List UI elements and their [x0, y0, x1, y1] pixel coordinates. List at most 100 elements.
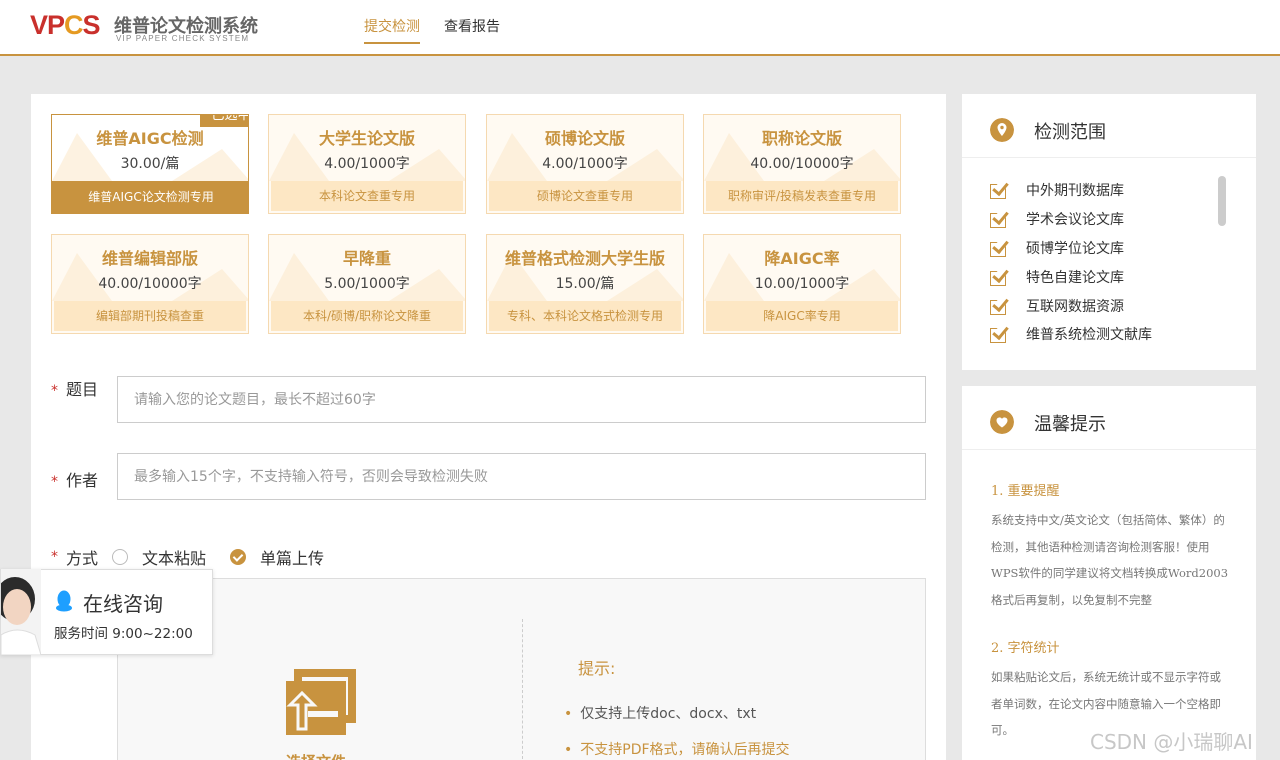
selected-badge: 已选中	[200, 115, 248, 127]
product-price: 15.00/篇	[555, 276, 615, 292]
required-mark: *	[51, 383, 58, 399]
logo[interactable]: VPCS 维普论文检测系统 VIP PAPER CHECK SYSTEM	[30, 10, 260, 46]
list-item: 硕博学位论文库	[990, 234, 1256, 263]
checkbox-checked-icon	[990, 240, 1008, 257]
product-card[interactable]: 硕博论文版 4.00/1000字 硕博论文查重专用	[486, 114, 684, 214]
product-price: 10.00/1000字	[754, 276, 850, 292]
product-title: 硕博论文版	[544, 129, 625, 148]
checkbox-checked-icon	[990, 326, 1008, 344]
required-mark: *	[51, 549, 58, 565]
product-price: 5.00/1000字	[324, 276, 410, 292]
product-desc: 维普AIGC论文检测专用	[52, 181, 248, 213]
hint-text: 系统支持中文/英文论文（包括简体、繁体）的检测，其他语种检测请咨询检测客服！使用…	[991, 513, 1229, 607]
service-avatar	[1, 569, 41, 655]
method-label: 方式	[66, 549, 99, 568]
product-title: 维普格式检测大学生版	[504, 249, 665, 268]
radio-label: 文本粘贴	[142, 549, 207, 568]
product-desc: 本科/硕博/职称论文降重	[271, 301, 463, 331]
scope-item-label: 硕博学位论文库	[1026, 240, 1124, 257]
checkbox-checked-icon	[990, 182, 1008, 200]
nav-view-report[interactable]: 查看报告	[444, 16, 500, 44]
scope-list: 中外期刊数据库 学术会议论文库 硕博学位论文库 特色自建论文库 互联网数据资源 …	[962, 158, 1256, 349]
consult-hours: 服务时间 9:00~22:00	[54, 626, 193, 642]
top-header: VPCS 维普论文检测系统 VIP PAPER CHECK SYSTEM 提交检…	[0, 0, 1280, 56]
scope-item-label: 学术会议论文库	[1026, 212, 1124, 229]
product-desc: 本科论文查重专用	[271, 181, 463, 211]
scope-item-label: 维普系统检测文献库	[1026, 327, 1152, 344]
list-item: 特色自建论文库	[990, 262, 1256, 291]
logo-mark: VPCS	[30, 10, 101, 40]
main-panel: 已选中 维普AIGC检测 30.00/篇 维普AIGC论文检测专用 大学生论文版…	[31, 94, 946, 760]
hint-heading: 1. 重要提醒	[991, 484, 1060, 499]
radio-check-icon	[230, 549, 247, 565]
main-nav: 提交检测 查看报告	[364, 16, 500, 44]
logo-en-text: VIP PAPER CHECK SYSTEM	[116, 34, 250, 43]
product-price: 30.00/篇	[120, 156, 180, 172]
scope-header: 检测范围	[962, 94, 1256, 158]
product-desc: 职称审评/投稿发表查重专用	[706, 181, 898, 211]
scope-panel: 检测范围 中外期刊数据库 学术会议论文库 硕博学位论文库 特色自建论文库 互联网…	[962, 94, 1256, 370]
scope-scrollbar[interactable]	[1218, 176, 1226, 226]
choose-file-button[interactable]: 选择文件	[286, 751, 346, 760]
tip-item: 仅支持上传doc、docx、txt	[564, 703, 790, 723]
upload-divider	[522, 619, 523, 759]
online-consult-widget[interactable]: 在线咨询 服务时间 9:00~22:00	[0, 569, 213, 655]
hints-body: 1. 重要提醒 系统支持中文/英文论文（包括简体、繁体）的检测，其他语种检测请咨…	[962, 450, 1256, 744]
product-title: 维普编辑部版	[101, 249, 198, 268]
author-input[interactable]	[117, 453, 926, 500]
product-title: 早降重	[342, 249, 391, 268]
author-label: 作者	[66, 471, 99, 490]
list-item: 互联网数据资源	[990, 291, 1256, 320]
product-card[interactable]: 已选中 维普AIGC检测 30.00/篇 维普AIGC论文检测专用	[51, 114, 249, 214]
scope-item-label: 中外期刊数据库	[1026, 183, 1124, 200]
title-row: * 题目	[51, 376, 98, 400]
product-card[interactable]: 维普格式检测大学生版 15.00/篇 专科、本科论文格式检测专用	[486, 234, 684, 334]
radio-single-upload[interactable]: 单篇上传	[230, 545, 324, 569]
title-label: 题目	[66, 380, 99, 399]
list-item: 学术会议论文库	[990, 205, 1256, 234]
upload-area: 选择文件 提示: 仅支持上传doc、docx、txt 不支持PDF格式，请确认后…	[117, 578, 926, 760]
nav-submit-check[interactable]: 提交检测	[364, 16, 420, 44]
scope-item-label: 互联网数据资源	[1026, 298, 1124, 315]
upload-tip-list: 仅支持上传doc、docx、txt 不支持PDF格式，请确认后再提交	[564, 703, 790, 760]
product-desc: 硕博论文查重专用	[489, 181, 681, 211]
list-item: 维普系统检测文献库	[990, 320, 1256, 349]
product-desc: 降AIGC率专用	[706, 301, 898, 331]
watermark: CSDN @小瑞聊AI	[1090, 730, 1253, 754]
heart-icon	[990, 410, 1014, 434]
radio-text-paste[interactable]: 文本粘贴	[112, 545, 206, 569]
product-price: 4.00/1000字	[324, 156, 410, 172]
product-price: 40.00/10000字	[750, 156, 854, 172]
product-title: 降AIGC率	[764, 249, 840, 268]
author-row: * 作者	[51, 467, 98, 491]
radio-label: 单篇上传	[260, 549, 325, 568]
product-price: 40.00/10000字	[98, 276, 202, 292]
product-price: 4.00/1000字	[542, 156, 628, 172]
upload-folder-icon[interactable]	[278, 669, 362, 739]
upload-tip-title: 提示:	[578, 659, 616, 678]
hints-panel: 温馨提示 1. 重要提醒 系统支持中文/英文论文（包括简体、繁体）的检测，其他语…	[962, 386, 1256, 760]
scope-item-label: 特色自建论文库	[1026, 269, 1124, 286]
radio-circle	[112, 549, 129, 565]
title-input[interactable]	[117, 376, 926, 423]
hints-title: 温馨提示	[1034, 414, 1106, 435]
tip-item-warning: 不支持PDF格式，请确认后再提交	[564, 739, 789, 759]
hints-header: 温馨提示	[962, 386, 1256, 450]
product-desc: 专科、本科论文格式检测专用	[489, 301, 681, 331]
qq-penguin-icon	[56, 590, 72, 612]
product-card[interactable]: 降AIGC率 10.00/1000字 降AIGC率专用	[703, 234, 901, 334]
list-item: 中外期刊数据库	[990, 176, 1256, 205]
method-row: * 方式 文本粘贴 单篇上传	[51, 545, 324, 569]
product-card[interactable]: 职称论文版 40.00/10000字 职称审评/投稿发表查重专用	[703, 114, 901, 214]
scope-title: 检测范围	[1034, 122, 1106, 143]
product-card[interactable]: 维普编辑部版 40.00/10000字 编辑部期刊投稿查重	[51, 234, 249, 334]
consult-title: 在线咨询	[83, 592, 163, 616]
checkbox-checked-icon	[990, 269, 1008, 286]
hint-heading: 2. 字符统计	[991, 641, 1060, 656]
product-title: 大学生论文版	[318, 129, 415, 148]
checkbox-checked-icon	[990, 298, 1008, 315]
product-card[interactable]: 早降重 5.00/1000字 本科/硕博/职称论文降重	[268, 234, 466, 334]
product-card[interactable]: 大学生论文版 4.00/1000字 本科论文查重专用	[268, 114, 466, 214]
product-title: 职称论文版	[761, 129, 842, 148]
required-mark: *	[51, 474, 58, 490]
